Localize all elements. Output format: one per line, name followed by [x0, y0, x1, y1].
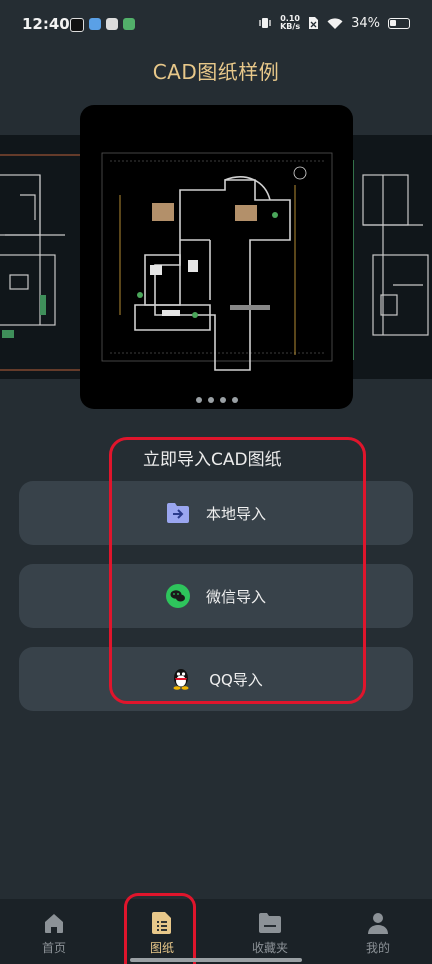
wifi-icon: [327, 17, 343, 29]
nav-label: 图纸: [149, 941, 174, 955]
cad-drawing-preview: [0, 154, 80, 371]
nav-item-profile[interactable]: 我的: [324, 899, 432, 964]
notification-icons: [70, 18, 135, 32]
carousel-prev-slide[interactable]: [0, 135, 80, 379]
cad-drawing-preview: [353, 160, 429, 360]
cad-floor-plan-image: [101, 152, 333, 371]
carousel-dot[interactable]: [207, 397, 214, 403]
nav-label: 收藏夹: [251, 941, 288, 955]
status-time: 12:40: [22, 15, 70, 33]
vibrate-icon: [259, 18, 271, 28]
status-bar: 12:40 0.10 KB/s 34%: [0, 0, 432, 52]
folder-icon: [258, 911, 282, 935]
local-import-button[interactable]: 本地导入: [19, 481, 413, 545]
battery-percent: 34%: [351, 15, 380, 31]
folder-import-icon: [166, 501, 190, 525]
network-speed: 0.10 KB/s: [280, 14, 301, 31]
page-title: CAD图纸样例: [152, 60, 280, 84]
qq-import-button[interactable]: QQ导入: [19, 647, 413, 711]
battery-icon: [388, 17, 410, 29]
carousel-active-slide[interactable]: [80, 105, 353, 409]
wechat-icon: [165, 584, 190, 608]
person-icon: [366, 911, 390, 935]
local-import-label: 本地导入: [205, 504, 266, 523]
import-section-title: 立即导入CAD图纸: [143, 450, 282, 470]
nav-item-drawings[interactable]: 图纸: [108, 899, 216, 964]
nav-label: 首页: [41, 941, 66, 955]
nav-item-favorites[interactable]: 收藏夹: [216, 899, 324, 964]
wechat-import-button[interactable]: 微信导入: [19, 564, 413, 628]
bottom-navigation: 首页 图纸 收藏夹 我的: [0, 899, 432, 964]
nav-label: 我的: [365, 941, 390, 955]
app-notification-icon: [123, 18, 135, 30]
tiktok-icon: [70, 18, 84, 32]
carousel-dot[interactable]: [231, 397, 238, 403]
carousel-dot[interactable]: [195, 397, 202, 403]
qq-import-label: QQ导入: [209, 670, 263, 689]
carousel-page-indicator[interactable]: [80, 397, 353, 403]
carousel-dot[interactable]: [219, 397, 226, 403]
home-icon: [42, 911, 66, 935]
app-notification-icon: [89, 18, 101, 30]
qq-penguin-icon: [169, 667, 193, 691]
home-indicator[interactable]: [130, 958, 302, 962]
drawing-list-icon: [150, 911, 174, 935]
app-notification-icon: [106, 18, 118, 30]
nav-item-home[interactable]: 首页: [0, 899, 108, 964]
wechat-import-label: 微信导入: [205, 587, 266, 606]
carousel-next-slide[interactable]: [353, 135, 432, 379]
no-sim-icon: [309, 17, 319, 29]
